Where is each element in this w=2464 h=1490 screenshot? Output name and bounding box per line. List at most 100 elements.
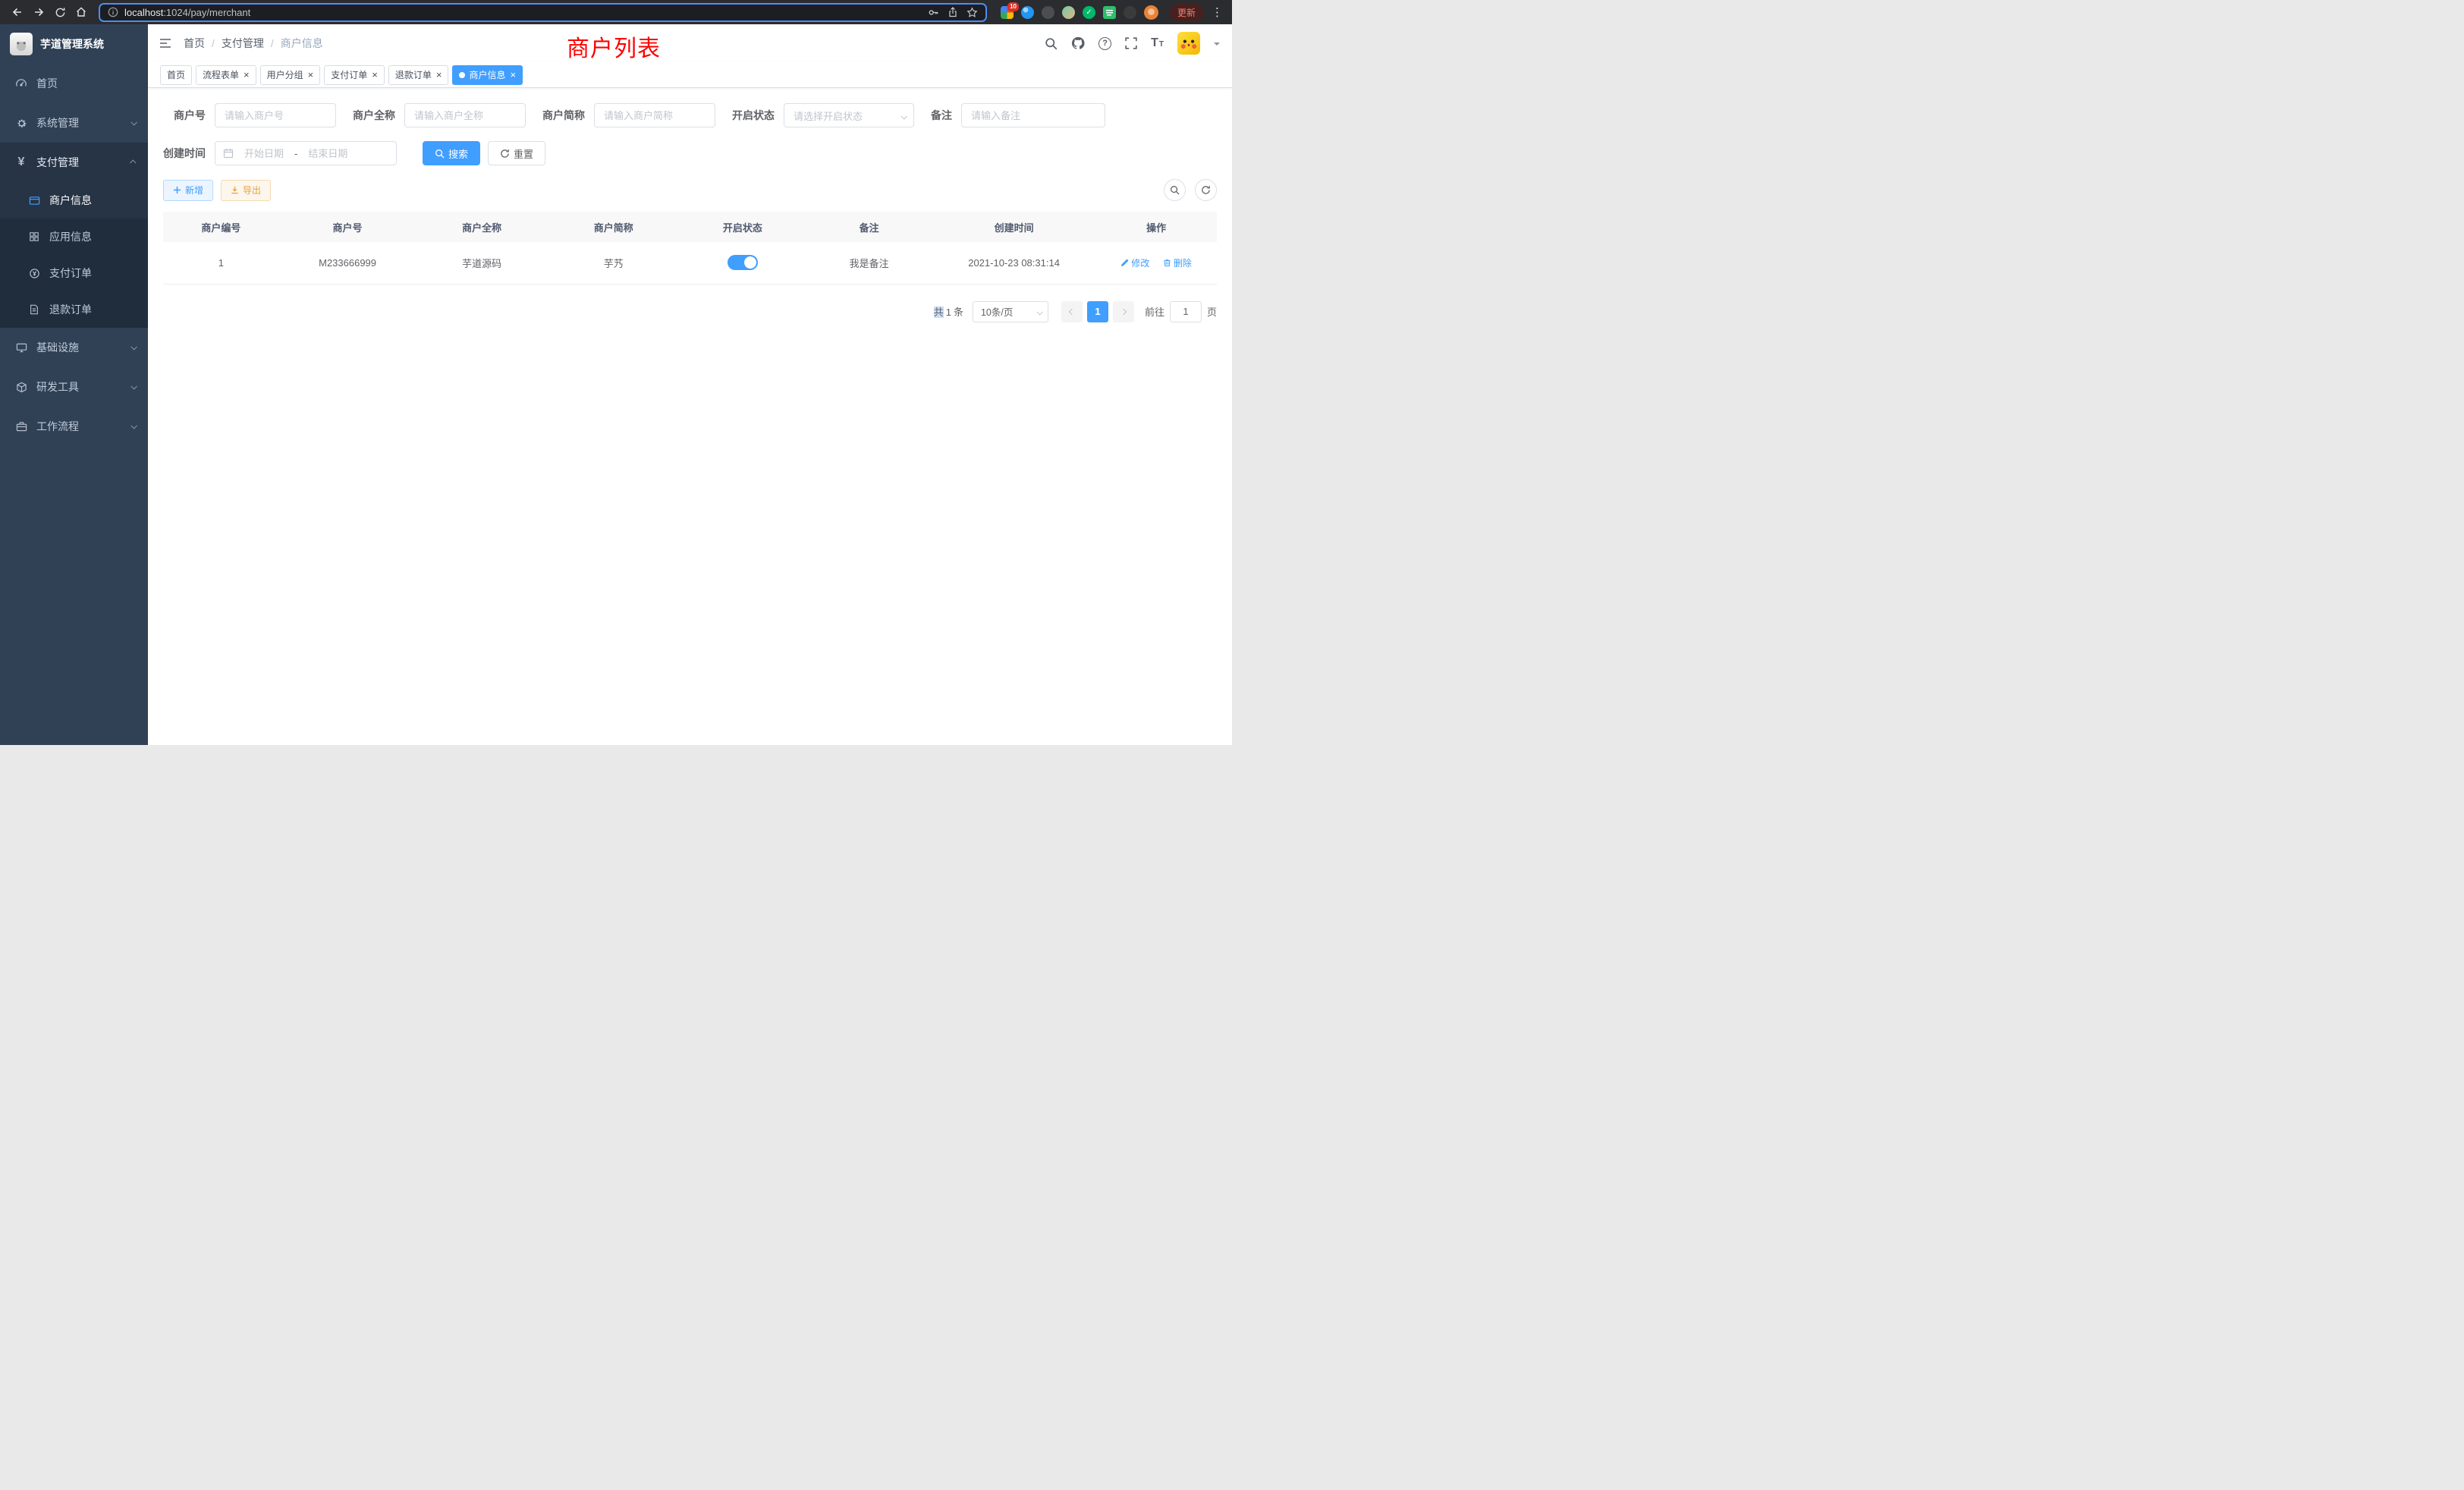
extension-badge: 10 <box>1007 2 1019 11</box>
col-header-short-name: 商户简称 <box>548 212 680 242</box>
app-logo[interactable]: 芋道管理系统 <box>0 24 148 64</box>
goto-page-input[interactable] <box>1170 301 1202 322</box>
help-icon[interactable]: ? <box>1098 37 1111 50</box>
sidebar-item-label: 支付订单 <box>49 266 92 281</box>
merchant-no-input[interactable] <box>215 103 336 127</box>
sidebar-item-merchant-info[interactable]: 商户信息 <box>0 182 148 218</box>
browser-update-button[interactable]: 更新 <box>1169 4 1204 21</box>
close-icon[interactable]: × <box>436 70 442 80</box>
avatar-caret-icon[interactable] <box>1214 42 1220 49</box>
user-avatar[interactable] <box>1177 32 1200 55</box>
sidebar-item-label: 系统管理 <box>36 115 79 130</box>
reset-button-label: 重置 <box>514 146 533 161</box>
next-page-button[interactable] <box>1113 301 1134 322</box>
status-label: 开启状态 <box>732 108 775 123</box>
sidebar-item-payment[interactable]: ¥ 支付管理 <box>0 143 148 182</box>
status-toggle[interactable] <box>728 255 758 270</box>
sidebar-item-refund-order[interactable]: 退款订单 <box>0 291 148 328</box>
tab-home[interactable]: 首页 <box>160 65 192 85</box>
delete-button[interactable]: 删除 <box>1163 256 1192 269</box>
sidebar-item-pay-order[interactable]: 支付订单 <box>0 255 148 291</box>
cube-icon <box>13 382 30 393</box>
browser-menu-icon[interactable]: ⋮ <box>1212 5 1223 19</box>
close-icon[interactable]: × <box>244 70 250 80</box>
refresh-table-button[interactable] <box>1195 179 1217 201</box>
reset-button[interactable]: 重置 <box>488 141 545 165</box>
github-icon[interactable] <box>1071 36 1085 50</box>
extension-grid-icon[interactable]: 10 <box>1001 6 1014 19</box>
home-button[interactable] <box>71 2 91 22</box>
edit-button[interactable]: 修改 <box>1120 256 1149 269</box>
tab-refund-order[interactable]: 退款订单× <box>388 65 449 85</box>
create-time-range-picker[interactable]: - <box>215 141 397 165</box>
sidebar-item-workflow[interactable]: 工作流程 <box>0 407 148 446</box>
reload-button[interactable] <box>50 2 70 22</box>
search-button[interactable]: 搜索 <box>423 141 480 165</box>
sidebar-item-dev-tools[interactable]: 研发工具 <box>0 367 148 407</box>
page-1-button[interactable]: 1 <box>1087 301 1108 322</box>
col-header-full-name: 商户全称 <box>416 212 548 242</box>
tab-merchant-info[interactable]: 商户信息× <box>452 65 523 85</box>
extension-avatar-icon[interactable] <box>1062 6 1075 19</box>
tab-user-group[interactable]: 用户分组× <box>260 65 321 85</box>
extension-check-icon[interactable]: ✓ <box>1083 6 1095 19</box>
top-navbar: 首页 / 支付管理 / 商户信息 ? TT <box>148 24 1232 62</box>
sidebar-item-infrastructure[interactable]: 基础设施 <box>0 328 148 367</box>
extension-drop-icon[interactable] <box>1021 6 1034 19</box>
search-form-row-1: 商户号 商户全称 商户简称 开启状态 请选择开启状态 <box>163 103 1217 127</box>
share-icon[interactable] <box>948 7 958 17</box>
cell-full-name: 芋道源码 <box>416 242 548 284</box>
extension-doc-icon[interactable] <box>1103 6 1116 19</box>
total-prefix: 共 <box>934 306 944 318</box>
close-icon[interactable]: × <box>308 70 314 80</box>
search-icon[interactable] <box>1045 37 1058 50</box>
remark-label: 备注 <box>931 108 952 123</box>
add-button[interactable]: 新增 <box>163 180 213 201</box>
close-icon[interactable]: × <box>510 70 516 80</box>
date-range-separator: - <box>294 148 297 159</box>
col-header-create-time: 创建时间 <box>932 212 1095 242</box>
sidebar-item-system[interactable]: 系统管理 <box>0 103 148 143</box>
chevron-down-icon <box>901 110 906 121</box>
forward-button[interactable] <box>29 2 49 22</box>
export-button-label: 导出 <box>243 184 261 196</box>
breadcrumb-home[interactable]: 首页 <box>184 36 205 51</box>
bookmark-star-icon[interactable] <box>966 7 978 18</box>
col-header-status: 开启状态 <box>680 212 806 242</box>
export-button[interactable]: 导出 <box>221 180 271 201</box>
chevron-right-icon <box>1120 308 1127 314</box>
end-date-input[interactable] <box>301 148 354 159</box>
navbar-tools: ? TT <box>1045 32 1220 55</box>
close-icon[interactable]: × <box>372 70 378 80</box>
sidebar-item-label: 退款订单 <box>49 302 92 317</box>
url-text: localhost:1024/pay/merchant <box>124 7 919 18</box>
status-field: 开启状态 请选择开启状态 <box>732 103 914 127</box>
page-size-select[interactable]: 10条/页 <box>973 301 1048 322</box>
tab-pay-order[interactable]: 支付订单× <box>324 65 385 85</box>
sidebar-toggle-icon[interactable] <box>159 36 172 50</box>
monitor-icon <box>13 342 30 354</box>
sidebar-item-label: 基础设施 <box>36 340 79 355</box>
page-info-icon[interactable] <box>108 7 118 17</box>
prev-page-button[interactable] <box>1061 301 1083 322</box>
status-select[interactable]: 请选择开启状态 <box>784 103 914 127</box>
remark-input[interactable] <box>961 103 1105 127</box>
tab-process-form[interactable]: 流程表单× <box>196 65 256 85</box>
back-button[interactable] <box>8 2 27 22</box>
full-name-input[interactable] <box>404 103 526 127</box>
start-date-input[interactable] <box>237 148 291 159</box>
breadcrumb-current: 商户信息 <box>281 36 323 51</box>
sidebar-item-home[interactable]: 首页 <box>0 64 148 103</box>
browser-profile-avatar[interactable] <box>1144 5 1158 20</box>
font-size-icon[interactable]: TT <box>1151 36 1164 50</box>
extension-dark-icon[interactable] <box>1042 6 1054 19</box>
address-bar[interactable]: localhost:1024/pay/merchant <box>99 3 987 22</box>
fullscreen-icon[interactable] <box>1125 37 1137 49</box>
password-key-icon[interactable] <box>928 7 939 18</box>
breadcrumb-payment[interactable]: 支付管理 <box>222 36 264 51</box>
pagination: 共1条 10条/页 1 前往 页 <box>163 301 1217 322</box>
sidebar-item-app-info[interactable]: 应用信息 <box>0 218 148 255</box>
short-name-input[interactable] <box>594 103 715 127</box>
toggle-search-button[interactable] <box>1164 179 1186 201</box>
extension-paw-icon[interactable] <box>1124 6 1136 19</box>
